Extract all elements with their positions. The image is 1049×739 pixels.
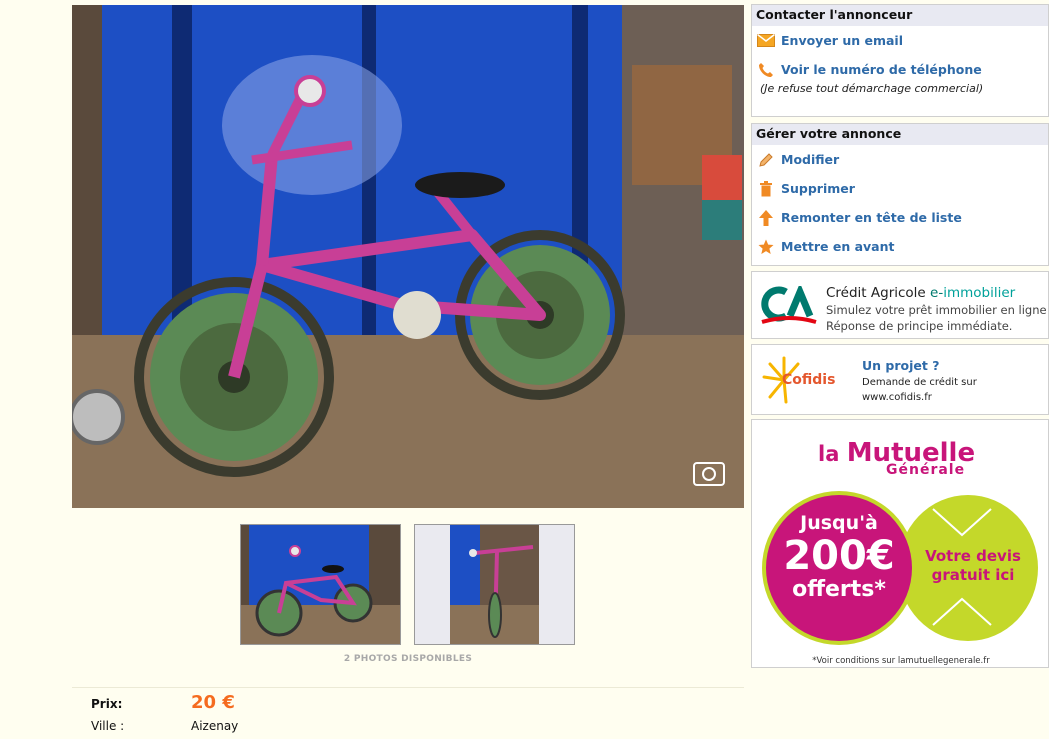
bump-listing-link[interactable]: Remonter en tête de liste [752, 203, 1048, 232]
credit-agricole-line2: Réponse de principe immédiate. [826, 319, 1013, 333]
contact-panel: Contacter l'annonceur Envoyer un email V… [751, 4, 1049, 117]
no-solicitation-note: (Je refuse tout démarchage commercial) [760, 82, 984, 95]
show-phone-link[interactable]: Voir le numéro de téléphone [752, 55, 1048, 84]
price-value: 20 € [191, 692, 235, 713]
envelope-icon [756, 32, 776, 50]
phone-icon [756, 61, 776, 79]
city-label: Ville : [91, 719, 125, 733]
main-listing-photo[interactable] [72, 5, 744, 508]
edit-listing-link[interactable]: Modifier [752, 145, 1048, 174]
edit-listing-label[interactable]: Modifier [781, 152, 839, 167]
mutuelle-cta-circle[interactable]: Votre devis gratuit ici [898, 495, 1038, 641]
delete-listing-label[interactable]: Supprimer [781, 181, 855, 196]
show-phone-label[interactable]: Voir le numéro de téléphone [781, 62, 982, 77]
photo-thumbnail-1[interactable] [240, 524, 401, 645]
photos-count-label: 2 PHOTOS DISPONIBLES [343, 654, 473, 664]
mutuelle-footnote: *Voir conditions sur lamutuellegenerale.… [812, 656, 990, 666]
credit-agricole-e: e- [930, 285, 944, 301]
mutuelle-cta-line2: gratuit ici [931, 566, 1015, 584]
pencil-icon [756, 151, 776, 169]
cofidis-title: Un projet ? [862, 358, 940, 373]
mutuelle-generale-ad[interactable]: la Mutuelle Générale Votre devis gratuit… [751, 419, 1049, 668]
contact-panel-title: Contacter l'annonceur [752, 5, 1048, 26]
mutuelle-logo-la: la [818, 442, 840, 466]
manage-listing-panel: Gérer votre annonce Modifier Supprimer R… [751, 123, 1049, 266]
mutuelle-offer-circle: Jusqu'à 200€ offerts* [766, 495, 912, 641]
credit-agricole-logo-icon [760, 286, 818, 328]
city-value: Aizenay [191, 719, 239, 733]
bump-listing-label[interactable]: Remonter en tête de liste [781, 210, 962, 225]
photo-thumbnail-2[interactable] [414, 524, 575, 645]
feature-listing-label[interactable]: Mettre en avant [781, 239, 894, 254]
credit-agricole-line1: Simulez votre prêt immobilier en ligne [826, 303, 1047, 317]
cofidis-line1: Demande de crédit sur [862, 377, 977, 388]
arrow-up-icon [756, 209, 776, 227]
mutuelle-cta-line1: Votre devis [925, 547, 1021, 565]
credit-agricole-immobilier: immobilier [943, 285, 1016, 301]
section-divider [72, 687, 744, 688]
credit-agricole-brand: Crédit Agricole e-immobilier [826, 285, 1015, 301]
mutuelle-offer-amount: 200€ [783, 533, 895, 579]
send-email-label[interactable]: Envoyer un email [781, 33, 903, 48]
cofidis-line2: www.cofidis.fr [862, 392, 932, 403]
trash-icon [756, 180, 776, 198]
star-icon [756, 238, 776, 256]
cofidis-ad[interactable]: Cofidis Un projet ? Demande de crédit su… [751, 344, 1049, 415]
credit-agricole-name: Crédit Agricole [826, 285, 926, 301]
send-email-link[interactable]: Envoyer un email [752, 26, 1048, 55]
mutuelle-offer-line3: offerts* [792, 577, 886, 602]
manage-panel-title: Gérer votre annonce [752, 124, 1048, 145]
feature-listing-link[interactable]: Mettre en avant [752, 232, 1048, 261]
credit-agricole-ad[interactable]: Crédit Agricole e-immobilier Simulez vot… [751, 271, 1049, 339]
mutuelle-logo-sub: Générale [886, 462, 966, 478]
delete-listing-link[interactable]: Supprimer [752, 174, 1048, 203]
price-label: Prix: [91, 697, 123, 711]
mutuelle-offer-line1: Jusqu'à [800, 512, 878, 534]
cofidis-logo-text: Cofidis [782, 372, 836, 388]
